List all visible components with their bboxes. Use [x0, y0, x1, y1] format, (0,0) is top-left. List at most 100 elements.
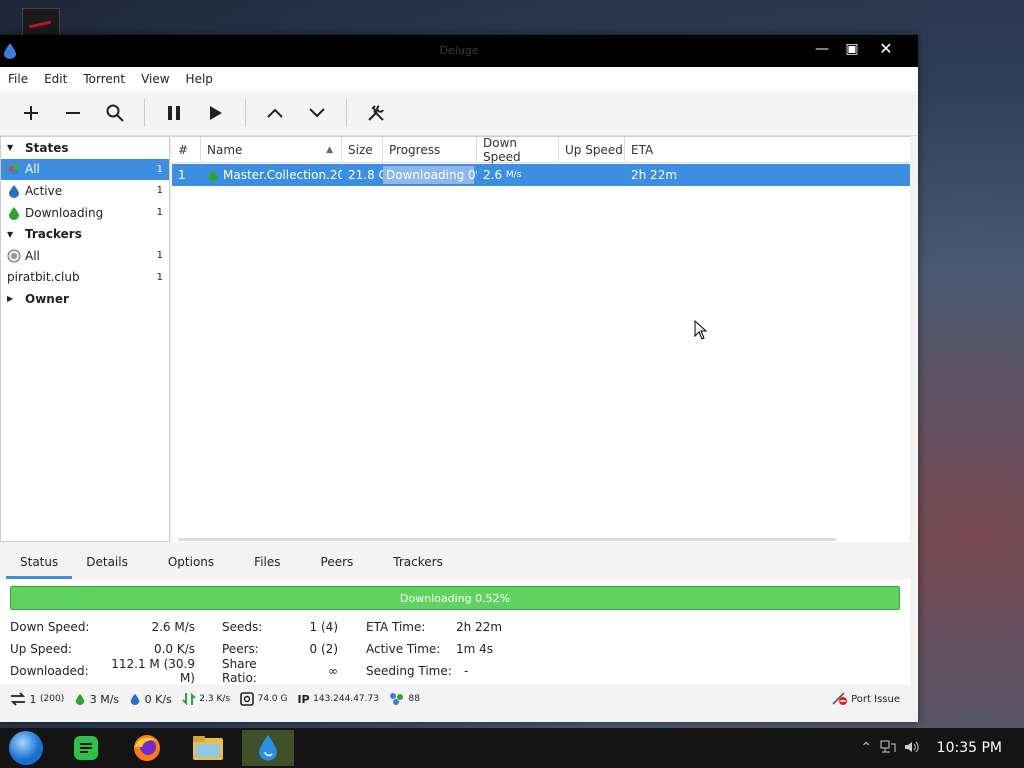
- chevron-up-icon: [267, 108, 283, 118]
- menu-bar: File Edit Torrent View Help: [0, 67, 918, 91]
- search-button[interactable]: [94, 97, 136, 129]
- details-tabs: Status Details Options Files Peers Track…: [0, 542, 910, 579]
- free-space-indicator: 74.0 G: [240, 692, 287, 706]
- tab-files[interactable]: Files: [254, 555, 302, 579]
- active-time-value: 1m 4s: [456, 642, 494, 656]
- owner-header[interactable]: ▶ Owner: [1, 288, 169, 310]
- ip-label: IP: [297, 692, 310, 706]
- download-speed-indicator[interactable]: 3 M/s: [74, 692, 119, 706]
- filter-state-active[interactable]: Active 1: [1, 180, 169, 202]
- column-up-speed[interactable]: Up Speed: [559, 137, 625, 162]
- statusbar-disk-value: 74.0 G: [257, 694, 288, 704]
- dht-nodes-icon: [389, 693, 403, 705]
- start-button[interactable]: [0, 730, 52, 766]
- taskbar-notes-app[interactable]: [60, 730, 112, 766]
- filter-tracker-piratbit[interactable]: piratbit.club 1: [1, 267, 169, 289]
- menu-view[interactable]: View: [141, 72, 169, 86]
- disk-icon: [240, 692, 254, 706]
- volume-icon[interactable]: [904, 740, 920, 758]
- protocol-arrows-icon: [182, 692, 196, 706]
- down-speed-value: 2.6 M/s: [151, 620, 195, 634]
- menu-help[interactable]: Help: [186, 72, 213, 86]
- filter-label: All: [25, 162, 40, 177]
- toolbar: [0, 91, 918, 136]
- down-speed-label: Down Speed:: [10, 620, 90, 634]
- tab-status[interactable]: Status: [5, 555, 73, 579]
- resume-button[interactable]: [195, 97, 237, 129]
- tab-peers[interactable]: Peers: [321, 555, 376, 579]
- taskbar-clock[interactable]: 10:35 PM: [937, 740, 1002, 756]
- active-time-label: Active Time:: [366, 642, 441, 656]
- taskbar-file-manager[interactable]: [182, 730, 234, 766]
- states-header[interactable]: ▼ States: [1, 137, 169, 159]
- column-number[interactable]: #: [172, 137, 201, 162]
- filter-state-all[interactable]: All 1: [1, 158, 169, 181]
- tab-details[interactable]: Details: [86, 555, 150, 579]
- network-icon[interactable]: [880, 740, 896, 758]
- preferences-button[interactable]: [355, 97, 397, 129]
- port-warning-icon: [832, 692, 847, 705]
- torrent-list: # Name ▲ Size Progress Down Speed Up Spee…: [172, 136, 910, 543]
- horizontal-scrollbar[interactable]: [178, 538, 836, 541]
- upload-speed-indicator[interactable]: 0 K/s: [129, 692, 172, 706]
- peers-label: Peers:: [222, 642, 259, 656]
- menu-torrent[interactable]: Torrent: [83, 72, 125, 86]
- tray-show-hidden-icon[interactable]: ⌃: [860, 740, 872, 756]
- port-issue-indicator[interactable]: Port Issue: [832, 692, 900, 706]
- add-torrent-button[interactable]: [10, 97, 52, 129]
- taskbar-deluge[interactable]: [242, 730, 294, 766]
- desktop-app-icon[interactable]: [22, 8, 60, 38]
- torrent-size: 21.8 G: [348, 168, 383, 182]
- expand-down-icon: ▼: [7, 143, 14, 153]
- queue-up-button[interactable]: [254, 97, 296, 129]
- status-bar: 1 (200) 3 M/s 0 K/s 2.3 K/s 74.0 G IP 14…: [0, 685, 910, 713]
- seeding-time-value: -: [464, 664, 469, 678]
- taskbar: ⌃ 10:35 PM: [0, 728, 1024, 768]
- filter-sidebar: ▼ States All 1 Active 1 Downloading 1 ▼ Track…: [0, 136, 170, 542]
- sort-ascending-icon: ▲: [326, 144, 333, 155]
- filter-count: 1: [156, 185, 163, 197]
- column-name[interactable]: Name ▲: [201, 137, 342, 162]
- up-speed-value: 0.0 K/s: [153, 642, 195, 656]
- search-icon: [106, 104, 124, 122]
- menu-file[interactable]: File: [8, 72, 28, 86]
- filter-state-downloading[interactable]: Downloading 1: [1, 202, 169, 224]
- filter-tracker-all[interactable]: All 1: [1, 245, 169, 267]
- remove-torrent-button[interactable]: [52, 97, 94, 129]
- connections-indicator[interactable]: 1 (200): [10, 692, 64, 706]
- external-ip-indicator: IP 143.244.47.73: [297, 693, 379, 706]
- notes-app-icon: [74, 736, 98, 760]
- toolbar-separator: [245, 99, 246, 127]
- trackers-label: Trackers: [25, 227, 82, 242]
- pause-button[interactable]: [153, 97, 195, 129]
- downloading-drop-icon: [9, 206, 19, 220]
- filter-label: Active: [25, 183, 63, 198]
- tab-options[interactable]: Options: [168, 555, 236, 579]
- maximize-button[interactable]: ▣: [838, 39, 866, 59]
- download-drop-icon: [75, 693, 85, 705]
- queue-down-button[interactable]: [296, 97, 338, 129]
- downloaded-value: 112.1 M (30.9 M): [111, 657, 195, 685]
- filter-label: piratbit.club: [7, 270, 80, 285]
- trackers-header[interactable]: ▼ Trackers: [1, 223, 169, 245]
- menu-edit[interactable]: Edit: [44, 72, 67, 86]
- close-button[interactable]: ✕: [872, 39, 900, 59]
- tab-trackers[interactable]: Trackers: [393, 555, 465, 579]
- states-label: States: [25, 140, 69, 155]
- statusbar-up-value: 0 K/s: [144, 692, 172, 706]
- column-down-speed[interactable]: Down Speed: [477, 136, 559, 164]
- title-bar[interactable]: Deluge — ▣ ✕: [0, 35, 918, 67]
- up-speed-label: Up Speed:: [10, 642, 72, 656]
- eta-value: 2h 22m: [456, 620, 503, 634]
- downloading-drop-icon: [208, 169, 218, 181]
- torrent-down-speed: 2.6 M/s: [477, 164, 559, 186]
- taskbar-firefox[interactable]: [121, 730, 173, 766]
- window-title: Deluge: [439, 44, 479, 57]
- stats-row: Down Speed: 2.6 M/s Seeds: 1 (4) ETA Time:…: [10, 616, 524, 638]
- all-states-icon: [9, 164, 19, 176]
- column-eta[interactable]: ETA: [625, 137, 910, 162]
- torrent-row[interactable]: 1 Master.Collection.2021 21.8 G Download…: [172, 164, 910, 186]
- column-size[interactable]: Size: [342, 137, 383, 162]
- column-progress[interactable]: Progress: [383, 137, 477, 162]
- minimize-button[interactable]: —: [808, 39, 836, 59]
